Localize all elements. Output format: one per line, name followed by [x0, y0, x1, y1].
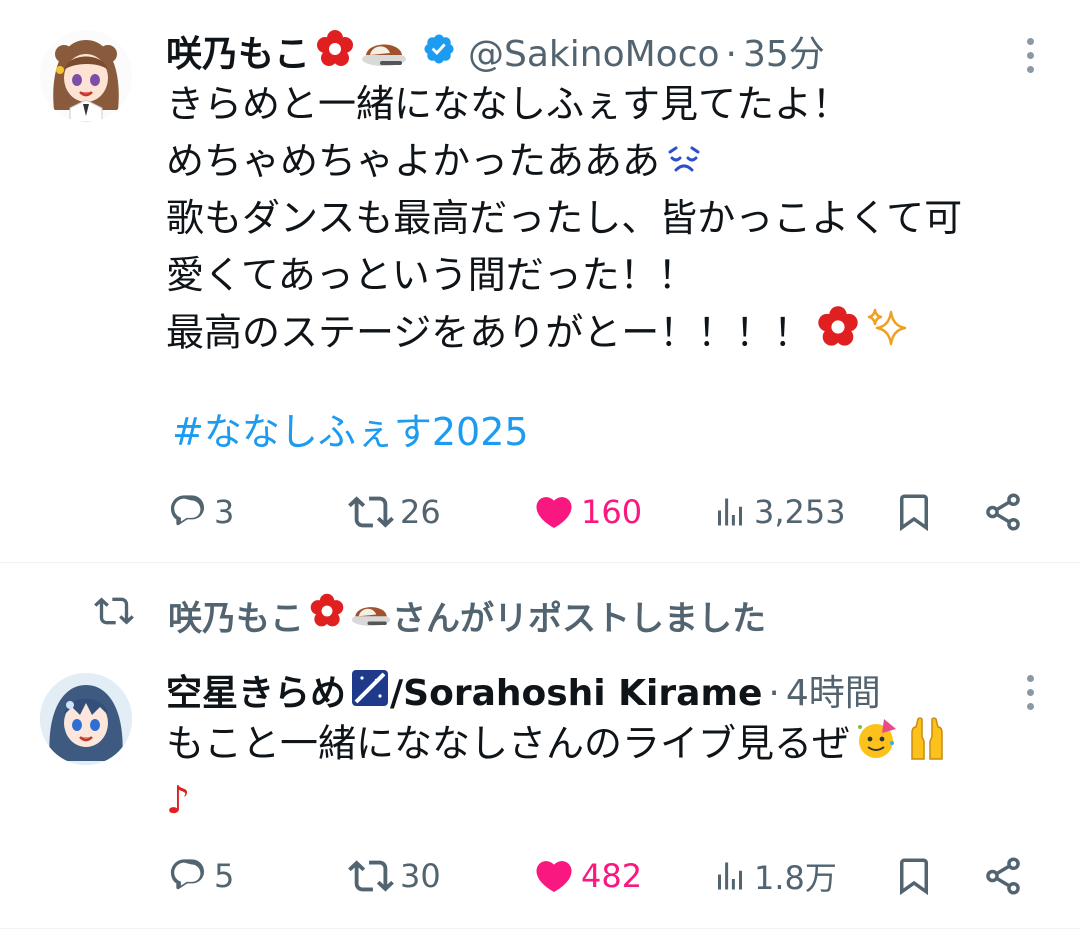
views-button[interactable]: 1.8万: [712, 846, 837, 906]
red-flower-emoji-icon: [815, 304, 861, 366]
repost-icon: [348, 496, 394, 528]
avatar-illustration: [40, 673, 132, 765]
views-chart-icon: [718, 862, 742, 890]
repost-context[interactable]: 咲乃もこ さんがリポストしました: [94, 591, 766, 640]
tweet-text-line: 愛くてあっという間だった！！: [166, 253, 696, 297]
author-name[interactable]: 咲乃もこ: [166, 33, 310, 77]
curry-rice-emoji-icon: [360, 29, 408, 80]
heart-icon: [536, 861, 572, 893]
like-count: 482: [581, 857, 643, 895]
tweet-card[interactable]: 咲乃もこ さんがリポストしました 空星きらめ /Sorahoshi Kirame…: [0, 563, 1080, 929]
author-avatar[interactable]: [40, 673, 132, 765]
sparkles-emoji-icon: [865, 304, 911, 366]
curry-rice-emoji-icon: [350, 593, 392, 638]
reply-count: 5: [214, 857, 235, 895]
views-chart-icon: [718, 498, 742, 526]
tweet-text-line: ♪: [166, 778, 191, 822]
like-button[interactable]: 482: [533, 846, 642, 906]
tweet-text-line: もこと一緒にななしさんのライブ見るぜ: [166, 715, 950, 772]
views-button[interactable]: 3,253: [712, 482, 846, 542]
share-button[interactable]: [982, 846, 1024, 906]
author-handle[interactable]: @SakinoMoco: [468, 33, 720, 77]
like-count: 160: [581, 493, 643, 531]
tweet-text-line: 最高のステージをありがとー！！！！: [166, 304, 962, 361]
tweet-card[interactable]: 咲乃もこ @SakinoMoco · 35分 きらめと一緒にななしふぇす見てたよ…: [0, 0, 1080, 563]
like-button[interactable]: 160: [533, 482, 642, 542]
tweet-header: 咲乃もこ @SakinoMoco · 35分: [166, 28, 825, 81]
hashtag-link[interactable]: #ななしふぇす2025: [172, 406, 529, 458]
tweet-text-segment: めちゃめちゃよかったあああ: [166, 139, 661, 183]
tweet-timestamp[interactable]: 35分: [743, 33, 825, 77]
tweet-text: もこと一緒にななしさんのライブ見るぜ ♪: [166, 715, 950, 829]
share-icon: [986, 493, 1020, 531]
tweet-timestamp[interactable]: 4時間: [786, 672, 881, 716]
reply-count: 3: [214, 493, 235, 531]
tweet-text: きらめと一緒にななしふぇす見てたよ！ めちゃめちゃよかったあああ 歌もダンスも最…: [166, 76, 962, 361]
bookmark-icon: [900, 858, 928, 896]
avatar-illustration: [40, 30, 132, 122]
author-name[interactable]: 空星きらめ: [166, 672, 346, 716]
tweet-header: 空星きらめ /Sorahoshi Kirame · 4時間: [166, 668, 881, 719]
tweet-text-line: 歌もダンスも最高だったし、皆かっこよくて可: [166, 196, 963, 240]
red-flower-emoji-icon: [314, 28, 356, 81]
tweet-actions: 5 30 482 1.8万: [0, 846, 1080, 906]
views-count: 1.8万: [754, 859, 837, 897]
author-avatar[interactable]: [40, 30, 132, 122]
tweet-text-line: きらめと一緒にななしふぇす見てたよ！: [166, 82, 851, 126]
bookmark-button[interactable]: [893, 846, 935, 906]
red-flower-emoji-icon: [308, 592, 346, 639]
heart-icon: [536, 497, 572, 529]
reply-button[interactable]: 3: [168, 482, 234, 542]
repost-icon: [348, 860, 394, 892]
repost-button[interactable]: 30: [348, 846, 441, 906]
views-count: 3,253: [754, 493, 846, 531]
more-dots-icon[interactable]: [1024, 38, 1036, 73]
tweet-actions: 3 26 160 3,253: [0, 482, 1080, 542]
repost-button[interactable]: 26: [348, 482, 441, 542]
header-separator: ·: [768, 672, 780, 714]
reply-icon: [170, 495, 205, 526]
share-icon: [986, 857, 1020, 895]
reposter-name: 咲乃もこ: [168, 599, 304, 639]
partying-face-emoji-icon: [854, 715, 900, 777]
repost-count: 30: [400, 857, 441, 895]
tweet-text-segment: 最高のステージをありがとー！！！！: [166, 310, 812, 355]
raising-hands-emoji-icon: [904, 715, 950, 777]
verified-badge-icon: [422, 32, 456, 77]
tweet-text-line: めちゃめちゃよかったあああ: [166, 133, 962, 190]
bookmark-icon: [900, 494, 928, 532]
bookmark-button[interactable]: [893, 482, 935, 542]
milky-way-emoji-icon: [350, 668, 390, 719]
author-name-suffix[interactable]: /Sorahoshi Kirame: [390, 672, 762, 716]
reply-button[interactable]: 5: [168, 846, 234, 906]
share-button[interactable]: [982, 482, 1024, 542]
header-separator: ·: [725, 33, 737, 75]
more-dots-icon[interactable]: [1024, 675, 1036, 710]
reply-icon: [170, 859, 205, 890]
tweet-text-segment: もこと一緒にななしさんのライブ見るぜ: [166, 721, 851, 766]
weary-face-emoji-icon: [664, 135, 704, 192]
repost-icon: [94, 591, 134, 640]
repost-count: 26: [400, 493, 441, 531]
repost-suffix: さんがリポストしました: [392, 599, 766, 639]
